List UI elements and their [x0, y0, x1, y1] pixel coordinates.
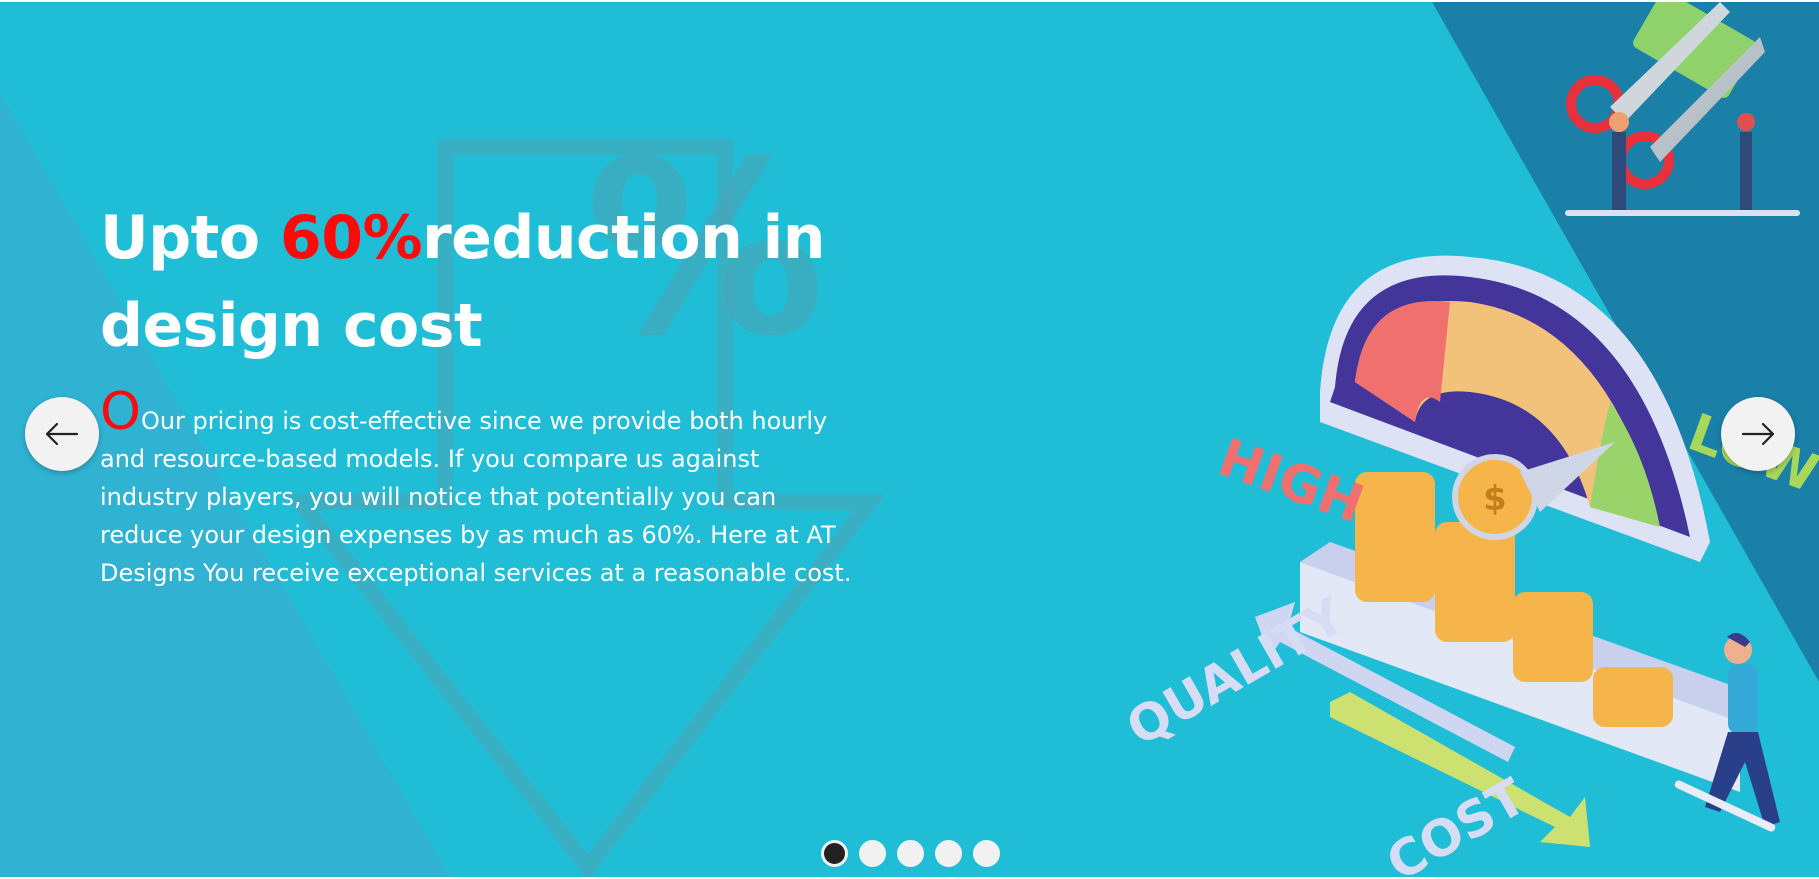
carousel-dot-5[interactable] [973, 840, 1000, 867]
scissors-money-icon [1565, 2, 1800, 216]
dropcap: O [100, 382, 141, 442]
hero-headline: Upto 60%reduction in design cost [100, 194, 860, 370]
carousel-dot-1[interactable] [821, 840, 848, 867]
next-slide-button[interactable] [1721, 397, 1795, 471]
headline-accent: 60% [279, 203, 423, 273]
arrow-right-icon [1741, 422, 1775, 446]
carousel-dot-4[interactable] [935, 840, 962, 867]
headline-prefix: Upto [100, 203, 280, 273]
svg-text:$: $ [1483, 479, 1507, 519]
hero-slider: % $ HIGH QUALITY COST Upto 60%reduction … [0, 2, 1819, 877]
quality-label: QUALITY [1120, 586, 1355, 757]
carousel-dot-3[interactable] [897, 840, 924, 867]
arrow-left-icon [45, 422, 79, 446]
carousel-dot-2[interactable] [859, 840, 886, 867]
cost-gauge-illustration: $ HIGH LOW QUALITY COST [1120, 2, 1819, 877]
high-label: HIGH [1211, 428, 1372, 535]
hero-body: Our pricing is cost-effective since we p… [100, 407, 852, 587]
cost-label: COST [1377, 767, 1535, 877]
carousel-pagination [821, 840, 1000, 867]
prev-slide-button[interactable] [25, 397, 99, 471]
hero-description: OOur pricing is cost-effective since we … [100, 382, 860, 592]
